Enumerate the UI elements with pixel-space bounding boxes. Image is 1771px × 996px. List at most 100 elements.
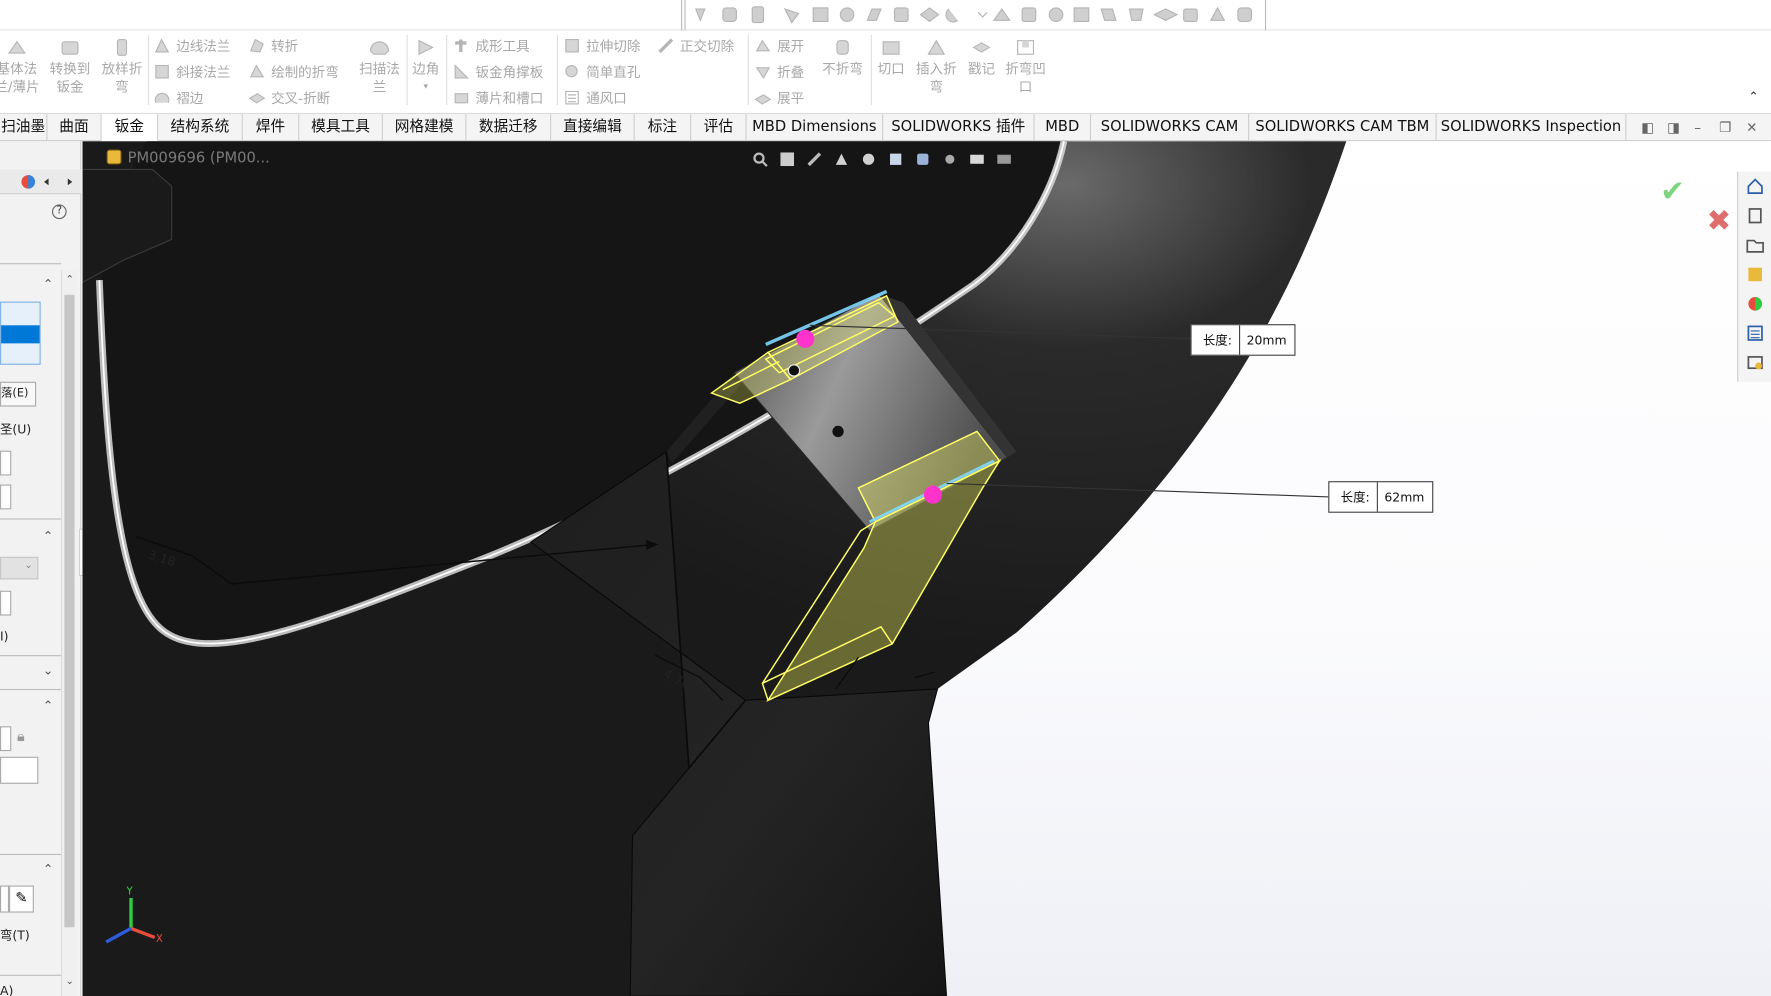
zoom-to-fit-icon[interactable] bbox=[752, 150, 768, 167]
miter-flange-button[interactable]: 斜接法兰 bbox=[154, 60, 231, 83]
tab-and-slot-button[interactable]: 薄片和槽口 bbox=[453, 86, 543, 109]
minimize-icon[interactable]: – bbox=[1694, 120, 1701, 136]
bend-notch-button[interactable]: 折弯凹 口 bbox=[998, 34, 1052, 96]
selection-list[interactable] bbox=[0, 301, 41, 365]
tab-markup[interactable]: 标注 bbox=[635, 114, 692, 142]
tab-data-migration[interactable]: 数据迁移 bbox=[466, 114, 552, 142]
sketched-bend-button[interactable]: 绘制的折弯 bbox=[248, 60, 339, 83]
spin-box[interactable] bbox=[0, 484, 12, 510]
display-style-icon[interactable] bbox=[915, 150, 931, 166]
scrollbar-thumb[interactable] bbox=[64, 294, 75, 928]
graphics-area[interactable]: Y X 3.18 4.76 长度: 20mm 长度: 62mm ✔ ✖ bbox=[82, 141, 1771, 996]
spin-box[interactable] bbox=[0, 726, 12, 752]
length-callout-1-value[interactable]: 20mm bbox=[1240, 333, 1294, 348]
cross-break-button[interactable]: 交叉-折断 bbox=[248, 86, 330, 109]
view-orientation-icon[interactable] bbox=[888, 150, 904, 166]
convert-to-sheet-metal-button[interactable]: 转换到 钣金 bbox=[43, 34, 97, 96]
hide-show-icon[interactable] bbox=[942, 150, 958, 166]
fold-button[interactable]: 折叠 bbox=[754, 60, 804, 83]
chevron-up-icon[interactable]: ⌃ bbox=[43, 862, 53, 877]
tab-direct-editing[interactable]: 直接编辑 bbox=[551, 114, 635, 142]
section-view-icon[interactable] bbox=[834, 150, 850, 166]
scrollbar[interactable]: ⌃ ⌄ bbox=[60, 269, 77, 996]
extruded-cut-button[interactable]: 拉伸切除 bbox=[564, 34, 640, 57]
spin-box[interactable] bbox=[0, 885, 10, 913]
edit-icon[interactable]: ✎ bbox=[9, 885, 34, 913]
lock-icon[interactable]: 🔒︎ bbox=[17, 729, 25, 746]
tab-sheet-metal[interactable]: 钣金 bbox=[101, 114, 159, 142]
tab-1[interactable]: 扫油墨 bbox=[0, 114, 48, 142]
document-title[interactable]: PM009696 (PM00... bbox=[128, 150, 270, 167]
jog-button[interactable]: 转折 bbox=[248, 34, 298, 57]
value-input[interactable] bbox=[0, 756, 39, 784]
chevron-up-icon[interactable]: ⌃ bbox=[43, 698, 53, 713]
collapse-ribbon-icon[interactable]: ⌃ bbox=[1748, 89, 1758, 104]
lofted-bend-button[interactable]: 放样折 弯 bbox=[95, 34, 149, 96]
chevron-up-icon[interactable]: ⌃ bbox=[43, 277, 53, 292]
edge-flange-button[interactable]: 边线法兰 bbox=[154, 34, 230, 57]
length-callout-1[interactable]: 长度: 20mm bbox=[1190, 324, 1296, 356]
simple-hole-button[interactable]: 简单直孔 bbox=[564, 60, 640, 83]
view-icon bbox=[919, 7, 940, 23]
spin-box[interactable] bbox=[0, 590, 12, 616]
scroll-down-icon[interactable]: ⌄ bbox=[66, 976, 75, 987]
custom-properties-icon[interactable] bbox=[1746, 324, 1764, 342]
tab-solidworks-cam-tbm[interactable]: SOLIDWORKS CAM TBM bbox=[1249, 114, 1437, 142]
selected-item[interactable] bbox=[1, 325, 40, 344]
corners-button[interactable]: 边角 ▾ bbox=[400, 34, 452, 96]
forming-tool-button[interactable]: 成形工具 bbox=[453, 34, 530, 57]
restore-icon[interactable]: ❐ bbox=[1719, 120, 1731, 136]
swept-flange-button[interactable]: 扫描法 兰 bbox=[352, 34, 406, 96]
normal-cut-button[interactable]: 正交切除 bbox=[657, 34, 734, 57]
chevron-up-icon[interactable]: ⌃ bbox=[43, 529, 53, 544]
flatten-button[interactable]: 展平 bbox=[754, 86, 804, 109]
scene-icon[interactable] bbox=[969, 150, 985, 166]
tab-mold-tools[interactable]: 模具工具 bbox=[299, 114, 383, 142]
file-explorer-icon[interactable] bbox=[1746, 236, 1764, 254]
scroll-up-icon[interactable]: ⌃ bbox=[66, 274, 75, 285]
unfold-button[interactable]: 展开 bbox=[754, 34, 804, 57]
tab-weldments[interactable]: 焊件 bbox=[243, 114, 300, 142]
button-e[interactable]: 落(E) bbox=[0, 381, 37, 407]
quick-toolbar-icons[interactable] bbox=[0, 0, 1771, 30]
gusset-button[interactable]: 钣金角撑板 bbox=[453, 60, 543, 83]
appearances-icon[interactable] bbox=[1746, 295, 1764, 313]
tab-evaluate[interactable]: 评估 bbox=[691, 114, 747, 142]
view-palette-icon[interactable] bbox=[1746, 265, 1764, 283]
ok-check-icon[interactable]: ✔ bbox=[1660, 175, 1685, 209]
chevron-down-icon[interactable]: ⌄ bbox=[43, 663, 53, 678]
miter-flange-label: 斜接法兰 bbox=[176, 63, 231, 80]
design-library-icon[interactable] bbox=[1746, 207, 1764, 225]
gusset-icon bbox=[453, 63, 470, 80]
tab-solidworks-inspection[interactable]: SOLIDWORKS Inspection bbox=[1437, 114, 1627, 142]
tab-mesh-modeling[interactable]: 网格建模 bbox=[383, 114, 467, 142]
tab-structure-system[interactable]: 结构系统 bbox=[158, 114, 243, 142]
no-bends-button[interactable]: 不折弯 bbox=[815, 34, 869, 78]
tile-right-icon[interactable]: ◨ bbox=[1667, 120, 1680, 136]
dynamic-annotation-icon[interactable] bbox=[861, 150, 877, 166]
home-icon[interactable] bbox=[1746, 177, 1764, 195]
tab-surfaces[interactable]: 曲面 bbox=[47, 114, 102, 142]
length-callout-2[interactable]: 长度: 62mm bbox=[1328, 481, 1433, 513]
previous-view-icon[interactable] bbox=[806, 150, 822, 167]
sketched-bend-icon bbox=[248, 63, 265, 80]
tab-solidworks-addins[interactable]: SOLIDWORKS 插件 bbox=[883, 114, 1035, 142]
chevron-down-icon[interactable]: ▾ bbox=[400, 78, 452, 96]
dropdown-select[interactable]: ⌄ bbox=[0, 556, 39, 580]
tile-left-icon[interactable]: ◧ bbox=[1641, 120, 1654, 136]
base-flange-button[interactable]: 基体法 兰/薄片 bbox=[0, 34, 43, 96]
chevron-right-icon bbox=[67, 178, 73, 186]
tab-mbd-dimensions[interactable]: MBD Dimensions bbox=[747, 114, 884, 142]
tab-mbd[interactable]: MBD bbox=[1035, 114, 1092, 142]
length-callout-2-value[interactable]: 62mm bbox=[1378, 490, 1432, 505]
help-icon[interactable]: ? bbox=[51, 204, 67, 220]
spin-box[interactable] bbox=[0, 450, 12, 476]
hem-button[interactable]: 褶边 bbox=[154, 86, 203, 109]
solidworks-resources-icon[interactable] bbox=[1746, 354, 1764, 372]
tab-solidworks-cam[interactable]: SOLIDWORKS CAM bbox=[1091, 114, 1250, 142]
vent-button[interactable]: 通风口 bbox=[564, 86, 627, 109]
cancel-x-icon[interactable]: ✖ bbox=[1707, 204, 1732, 238]
close-icon[interactable]: ✕ bbox=[1746, 120, 1757, 136]
view-settings-icon[interactable] bbox=[996, 150, 1012, 166]
zoom-area-icon[interactable] bbox=[779, 150, 795, 167]
